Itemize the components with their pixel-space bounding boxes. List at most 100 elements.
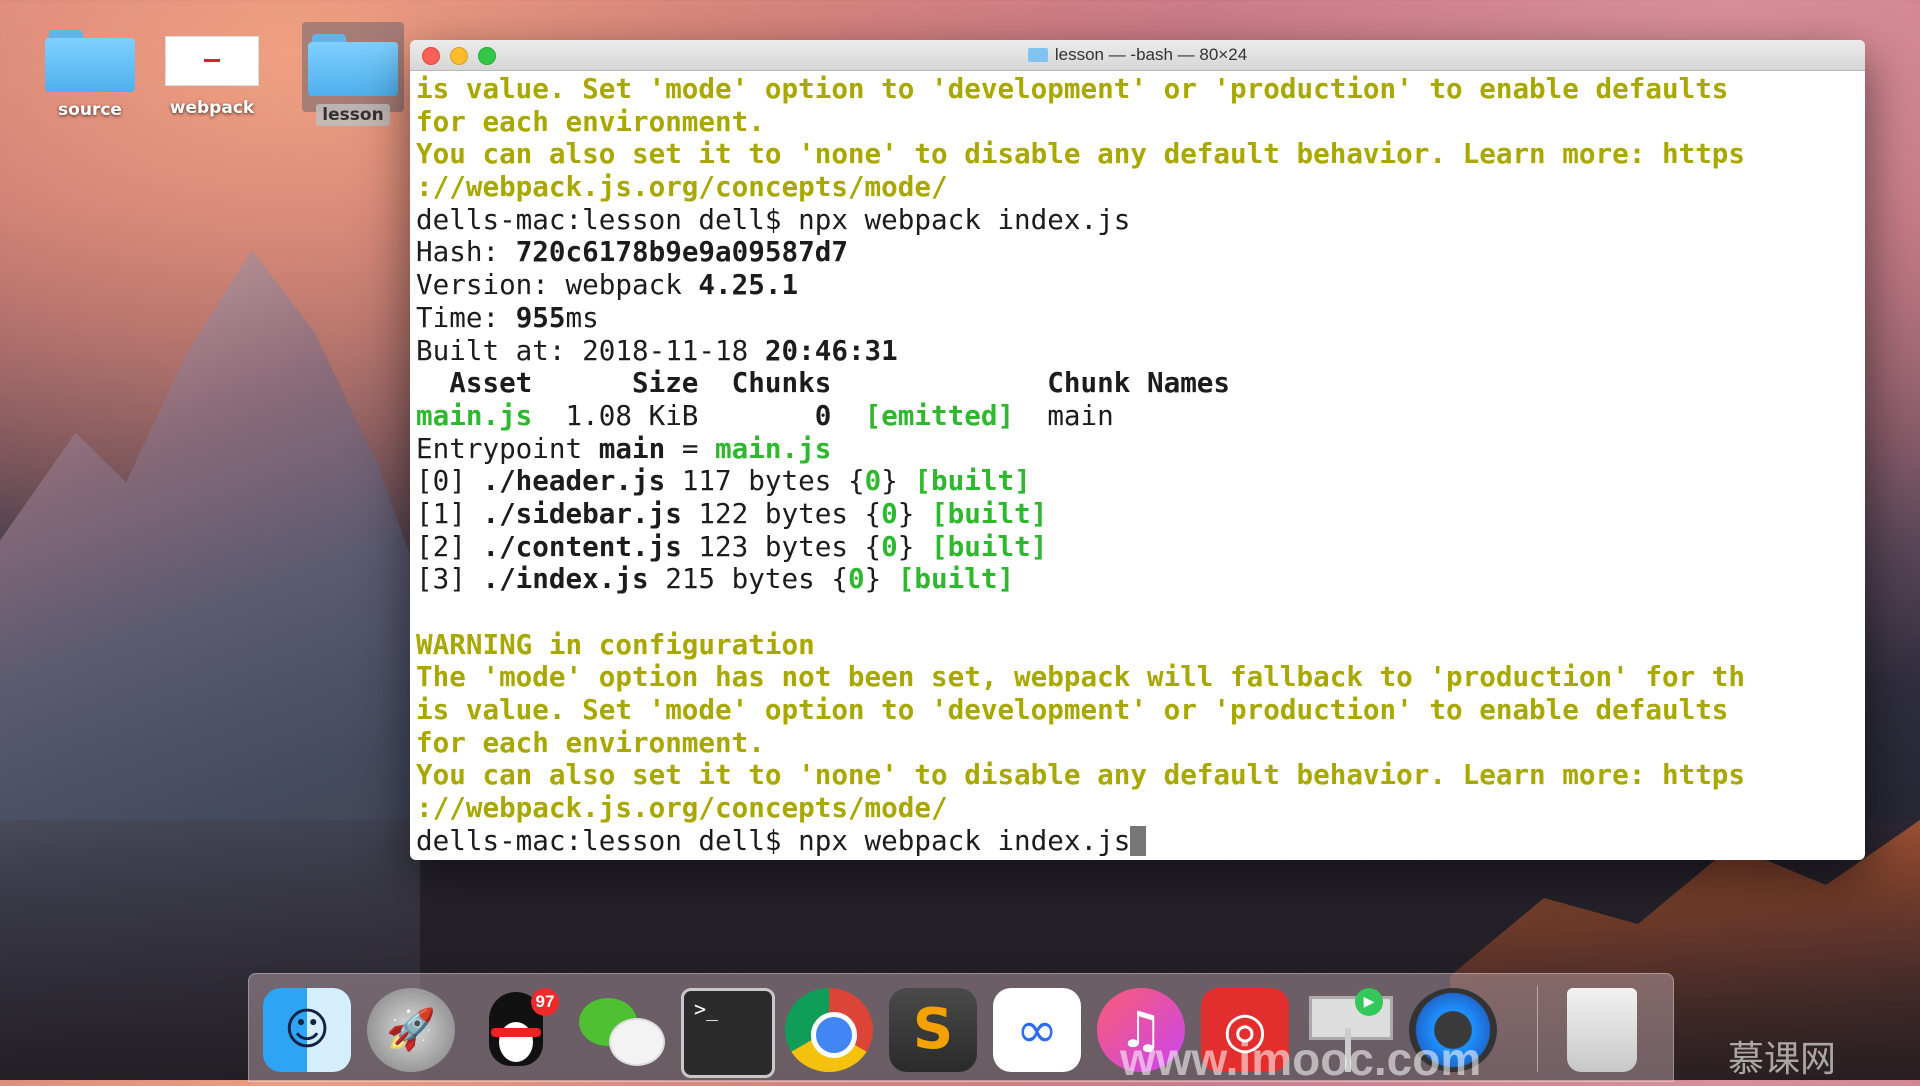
terminal-text: 20:46:31 <box>764 334 898 367</box>
terminal-text: [3] <box>416 563 483 596</box>
terminal-text: ms <box>565 301 599 334</box>
terminal-text: [built] <box>897 563 1015 596</box>
terminal-line: main.js 1.08 KiB 0 [emitted] main <box>416 400 1859 433</box>
terminal-text: } <box>864 563 898 596</box>
terminal-prompt-line[interactable]: dells-mac:lesson dell$ npx webpack index… <box>416 825 1859 858</box>
baidu-netdisk-icon[interactable]: ∞ <box>993 988 1081 1072</box>
terminal-text: ./content.js <box>482 530 682 563</box>
close-window-button[interactable] <box>422 47 440 65</box>
terminal-line: [3] ./index.js 215 bytes {0} [built] <box>416 563 1859 596</box>
terminal-text: You can also set it to 'none' to disable… <box>416 759 1746 792</box>
terminal-text: Hash: <box>416 236 516 269</box>
terminal-text: } <box>897 530 932 563</box>
terminal-prompt: dells-mac:lesson dell$ npx webpack index… <box>416 824 1131 857</box>
terminal-text: } <box>881 465 915 498</box>
trash-icon[interactable] <box>1567 988 1637 1072</box>
wechat-icon[interactable] <box>575 988 665 1072</box>
terminal-text: Entrypoint <box>416 432 599 465</box>
terminal-text: 0 <box>847 563 865 596</box>
terminal-line: is value. Set 'mode' option to 'developm… <box>416 694 1859 727</box>
terminal-line: ://webpack.js.org/concepts/mode/ <box>416 792 1859 825</box>
terminal-text: ./sidebar.js <box>482 497 682 530</box>
terminal-line: Time: 955ms <box>416 302 1859 335</box>
terminal-line: WARNING in configuration <box>416 629 1859 662</box>
chrome-icon[interactable] <box>785 988 873 1072</box>
desktop-icon-label: webpack <box>169 98 255 118</box>
terminal-line: [0] ./header.js 117 bytes {0} [built] <box>416 465 1859 498</box>
terminal-text: is value. Set 'mode' option to 'developm… <box>416 694 1729 727</box>
terminal-text: [built] <box>931 497 1048 530</box>
desktop-folder-source[interactable]: source <box>35 30 145 120</box>
terminal-text: ./index.js <box>482 563 649 596</box>
terminal-text: } <box>897 497 932 530</box>
terminal-text: 0 <box>881 530 898 563</box>
qq-icon[interactable]: 97 <box>471 988 559 1072</box>
terminal-text: 0 <box>814 399 832 432</box>
finder-icon[interactable]: ☺ <box>263 988 351 1072</box>
terminal-text: main <box>1014 399 1114 432</box>
zoom-window-button[interactable] <box>478 47 496 65</box>
terminal-line: is value. Set 'mode' option to 'developm… <box>416 73 1859 106</box>
folder-icon <box>308 34 398 96</box>
desktop-icon-label: source <box>58 100 122 120</box>
window-title: lesson — -bash — 80×24 <box>1054 45 1248 64</box>
terminal-line: Entrypoint main = main.js <box>416 433 1859 466</box>
notification-badge: 97 <box>531 988 559 1016</box>
folder-icon <box>1027 48 1048 62</box>
terminal-text: Version: webpack <box>416 269 699 302</box>
document-thumbnail-icon <box>165 36 259 86</box>
terminal-text: Asset Size Chunks Chunk Names <box>416 367 1231 400</box>
terminal-text: 0 <box>864 465 882 498</box>
terminal-text: = <box>665 432 716 465</box>
terminal-text: main <box>598 432 666 465</box>
watermark-url: www.imooc.com <box>1120 1033 1482 1085</box>
terminal-text: Time: <box>416 301 516 334</box>
terminal-text: main.js <box>715 432 832 465</box>
terminal-text: The 'mode' option has not been set, webp… <box>416 661 1746 694</box>
terminal-text: 720c6178b9e9a09587d7 <box>515 236 848 269</box>
terminal-line: Built at: 2018-11-18 20:46:31 <box>416 335 1859 368</box>
terminal-text: [built] <box>931 530 1048 563</box>
terminal-text: [1] <box>416 497 483 530</box>
terminal-line: [2] ./content.js 123 bytes {0} [built] <box>416 531 1859 564</box>
terminal-text: Built at: 2018-11-18 <box>416 334 765 367</box>
terminal-output[interactable]: is value. Set 'mode' option to 'developm… <box>410 71 1865 860</box>
minimize-window-button[interactable] <box>450 47 468 65</box>
terminal-line: [1] ./sidebar.js 122 bytes {0} [built] <box>416 498 1859 531</box>
terminal-text: main.js <box>416 399 533 432</box>
folder-icon <box>45 30 135 92</box>
terminal-text: 122 bytes { <box>681 497 882 530</box>
terminal-icon[interactable]: >_ <box>681 988 775 1078</box>
text-cursor <box>1130 825 1147 856</box>
sublime-icon[interactable]: S <box>889 988 977 1072</box>
terminal-text: [2] <box>416 530 483 563</box>
terminal-text: WARNING in configuration <box>416 628 815 661</box>
terminal-line: Version: webpack 4.25.1 <box>416 269 1859 302</box>
terminal-line: You can also set it to 'none' to disable… <box>416 759 1859 792</box>
terminal-text: is value. Set 'mode' option to 'developm… <box>416 73 1729 105</box>
terminal-text: 4.25.1 <box>698 269 799 302</box>
terminal-line: dells-mac:lesson dell$ npx webpack index… <box>416 204 1859 237</box>
terminal-text: 955 <box>515 301 566 334</box>
terminal-text: 123 bytes { <box>681 530 882 563</box>
window-titlebar[interactable]: lesson — -bash — 80×24 <box>410 40 1865 71</box>
terminal-line: for each environment. <box>416 106 1859 139</box>
terminal-text: for each environment. <box>416 726 765 759</box>
terminal-line: Hash: 720c6178b9e9a09587d7 <box>416 236 1859 269</box>
terminal-window[interactable]: lesson — -bash — 80×24 is value. Set 'mo… <box>410 40 1865 860</box>
launchpad-icon[interactable]: 🚀 <box>367 988 455 1072</box>
terminal-text: 1.08 KiB <box>532 399 815 432</box>
desktop-icon-label: lesson <box>316 104 390 126</box>
watermark-brand: 慕课网 <box>1728 1039 1837 1080</box>
terminal-text: [built] <box>914 465 1031 498</box>
terminal-text: 117 bytes { <box>665 465 865 498</box>
desktop-folder-lesson[interactable]: lesson <box>298 34 408 126</box>
dock-separator <box>1537 986 1538 1072</box>
terminal-text: for each environment. <box>416 105 765 138</box>
terminal-text: dells-mac:lesson dell$ npx webpack index… <box>416 203 1131 236</box>
desktop-file-webpack[interactable]: webpack <box>157 30 267 118</box>
terminal-line: Asset Size Chunks Chunk Names <box>416 367 1859 400</box>
terminal-line: for each environment. <box>416 727 1859 760</box>
terminal-text: [emitted] <box>864 399 1015 432</box>
